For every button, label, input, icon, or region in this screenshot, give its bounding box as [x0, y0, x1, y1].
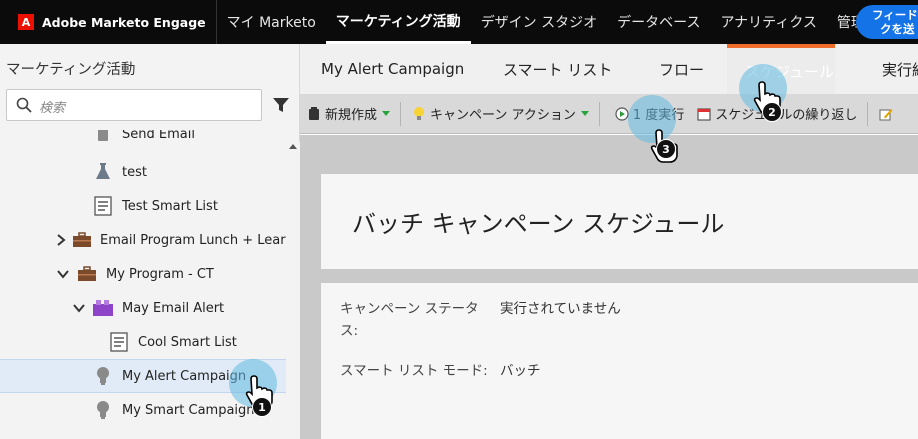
- tree-item[interactable]: Test Smart List: [0, 189, 286, 223]
- campaign-bulb-icon: [92, 399, 114, 421]
- chevron-right-icon[interactable]: [56, 233, 66, 247]
- tree-item[interactable]: My Program - CT: [0, 257, 286, 291]
- new-button[interactable]: 新規作成: [300, 94, 396, 134]
- filter-icon[interactable]: [272, 96, 290, 114]
- feedback-label-line1: フィード: [872, 8, 918, 22]
- tree-item[interactable]: Email Program Lunch + Learn: [0, 223, 286, 257]
- toolbar-divider: [867, 101, 869, 126]
- tree-item-label: Test Smart List: [122, 198, 218, 214]
- chevron-down-icon[interactable]: [72, 301, 86, 315]
- feedback-label-line2: クを送: [880, 22, 915, 36]
- tab-flow[interactable]: フロー: [643, 44, 720, 94]
- smart-list-mode-value: バッチ: [500, 363, 541, 379]
- schedule-info-card: キャンペーン ステータス: 実行されていません スマート リスト モード: バッ…: [321, 283, 918, 439]
- campaign-status-label: キャンペーン ステータス:: [340, 301, 479, 339]
- nav-database[interactable]: データベース: [607, 0, 710, 44]
- search-placeholder: 検索: [39, 101, 66, 116]
- tree-item[interactable]: Send Email: [0, 130, 286, 151]
- new-label: 新規作成: [325, 108, 378, 123]
- smart-list-icon: [108, 331, 130, 353]
- email-program-icon: [92, 130, 114, 145]
- dropdown-caret-icon: [580, 111, 589, 116]
- briefcase-icon: [72, 229, 92, 251]
- smart-list-mode-label: スマート リスト モード:: [340, 363, 488, 379]
- smart-list-icon: [92, 195, 114, 217]
- top-navigation: A Adobe Marketo Engage マイ Marketo マーケティン…: [0, 0, 918, 44]
- step-number-badge: 3: [656, 139, 676, 159]
- tree-item-label: My Alert Campaign: [122, 368, 247, 384]
- calendar-icon: [696, 106, 712, 122]
- search-icon: [16, 97, 32, 113]
- email-program-icon: [92, 297, 114, 319]
- campaign-status-value: 実行されていません: [500, 301, 621, 317]
- campaign-actions-button[interactable]: キャンペーン アクション: [405, 94, 595, 134]
- nav-marketing-activities[interactable]: マーケティング活動: [325, 0, 471, 44]
- tab-campaign-name[interactable]: My Alert Campaign: [305, 44, 480, 94]
- panel-title: マーケティング活動: [6, 62, 136, 78]
- tree-item-label: Email Program Lunch + Learn: [100, 232, 286, 248]
- new-doc-icon: [306, 106, 322, 122]
- tree-item[interactable]: test: [0, 155, 286, 189]
- tab-smart-list[interactable]: スマート リスト: [487, 44, 628, 94]
- chevron-down-icon[interactable]: [56, 267, 70, 281]
- lightbulb-icon: [411, 106, 427, 122]
- scroll-up-icon[interactable]: [289, 144, 297, 149]
- toolbar-divider: [598, 101, 600, 126]
- adobe-logo-icon: A: [18, 14, 34, 30]
- tree-item-label: Cool Smart List: [138, 334, 237, 350]
- step-number-badge: 2: [762, 102, 782, 122]
- tree-item[interactable]: May Email Alert: [0, 291, 286, 325]
- tab-bar: My Alert Campaign スマート リスト フロー スケジュール 実行…: [300, 44, 918, 94]
- tree-item[interactable]: Cool Smart List: [0, 325, 286, 359]
- pencil-icon: [878, 106, 894, 122]
- nav-my-marketo[interactable]: マイ Marketo: [217, 0, 326, 44]
- step-number-badge: 1: [252, 397, 272, 417]
- brand-name: Adobe Marketo Engage: [42, 14, 206, 30]
- recurring-schedule-label: スケジュールの繰り返し: [715, 108, 858, 123]
- flask-icon: [92, 161, 114, 183]
- tree-item-label: My Smart Campaign: [122, 402, 255, 418]
- tree-item-label: test: [122, 164, 147, 180]
- tree-item-label: May Email Alert: [122, 300, 225, 316]
- tree-scrollbar[interactable]: [286, 142, 300, 439]
- toolbar-divider: [400, 101, 402, 126]
- tab-results[interactable]: 実行結: [866, 44, 918, 94]
- tree-item-label: My Program - CT: [106, 266, 214, 282]
- search-input[interactable]: 検索: [6, 89, 262, 121]
- nav-analytics[interactable]: アナリティクス: [710, 0, 826, 44]
- edit-button[interactable]: [872, 94, 903, 134]
- schedule-header-card: バッチ キャンペーン スケジュール: [321, 174, 918, 269]
- campaign-bulb-icon: [92, 365, 114, 387]
- nav-design-studio[interactable]: デザイン スタジオ: [471, 0, 607, 44]
- page-title: バッチ キャンペーン スケジュール: [352, 210, 725, 238]
- tree-item-label: Send Email: [122, 130, 195, 142]
- campaign-actions-label: キャンペーン アクション: [430, 108, 576, 123]
- toolbar: 新規作成 キャンペーン アクション 1 度実行 スケジュールの繰り返し: [300, 94, 918, 134]
- feedback-button[interactable]: フィード クを送: [856, 5, 918, 39]
- dropdown-caret-icon: [382, 111, 391, 116]
- brand[interactable]: A Adobe Marketo Engage: [0, 0, 217, 44]
- briefcase-icon: [76, 263, 98, 285]
